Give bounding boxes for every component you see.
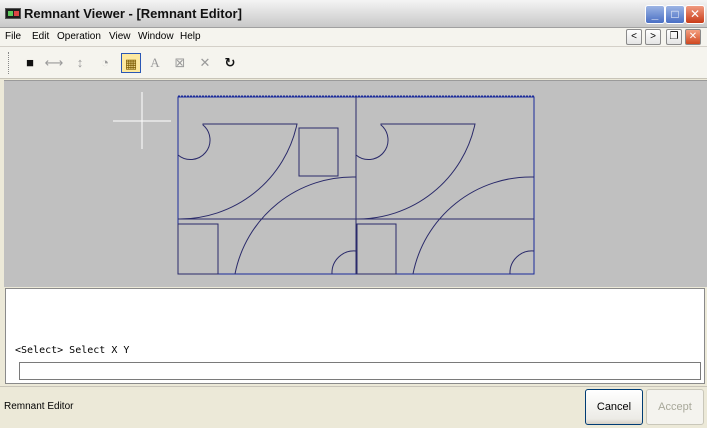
crosshair-cursor	[113, 92, 171, 149]
close-button[interactable]: ✕	[685, 5, 705, 24]
menu-operation[interactable]: Operation	[57, 31, 101, 42]
remnant-drawing	[113, 92, 535, 275]
cancel-x-icon[interactable]: ✕	[195, 53, 215, 73]
command-input[interactable]	[19, 362, 701, 380]
minimize-button[interactable]: _	[645, 5, 665, 24]
command-output: <Select> Select X Y	[15, 345, 130, 356]
menu-help[interactable]: Help	[180, 31, 201, 42]
title-bar: Remnant Viewer - [Remnant Editor] _ □ ✕	[0, 0, 707, 28]
ruler-icon[interactable]: ▦	[121, 53, 141, 73]
delete-box-icon[interactable]: ⊠	[170, 53, 190, 73]
mdi-prev-button[interactable]: <	[626, 29, 642, 45]
status-text: Remnant Editor	[4, 401, 74, 412]
toolbar: ■ ⟷ ↕ ◔ ▦ A ⊠ ✕ ↻	[0, 47, 707, 79]
maximize-button[interactable]: □	[665, 5, 685, 24]
menu-window[interactable]: Window	[138, 31, 174, 42]
cancel-button[interactable]: Cancel	[585, 389, 643, 425]
menu-file[interactable]: File	[5, 31, 21, 42]
status-bar: Remnant Editor Cancel Accept	[0, 386, 707, 428]
mdi-next-button[interactable]: >	[645, 29, 661, 45]
mdi-close-button[interactable]: ✕	[685, 29, 701, 45]
menu-bar: File Edit Operation View Window Help < >…	[0, 28, 707, 47]
drawing-canvas[interactable]	[4, 80, 707, 287]
rotate-part-icon[interactable]: ◔	[95, 53, 115, 73]
vertical-dimension-icon[interactable]: ↕	[70, 53, 90, 73]
toolbar-grip[interactable]	[8, 52, 11, 74]
nested-parts	[177, 97, 535, 275]
window-title: Remnant Viewer - [Remnant Editor]	[24, 6, 242, 21]
horizontal-dimension-icon[interactable]: ⟷	[44, 53, 64, 73]
mdi-restore-button[interactable]: ❐	[666, 29, 682, 45]
text-icon[interactable]: A	[145, 53, 165, 73]
menu-edit[interactable]: Edit	[32, 31, 49, 42]
menu-view[interactable]: View	[109, 31, 131, 42]
select-square-icon[interactable]: ■	[20, 53, 40, 73]
app-icon	[5, 8, 21, 19]
refresh-icon[interactable]: ↻	[220, 53, 240, 73]
accept-button[interactable]: Accept	[646, 389, 704, 425]
